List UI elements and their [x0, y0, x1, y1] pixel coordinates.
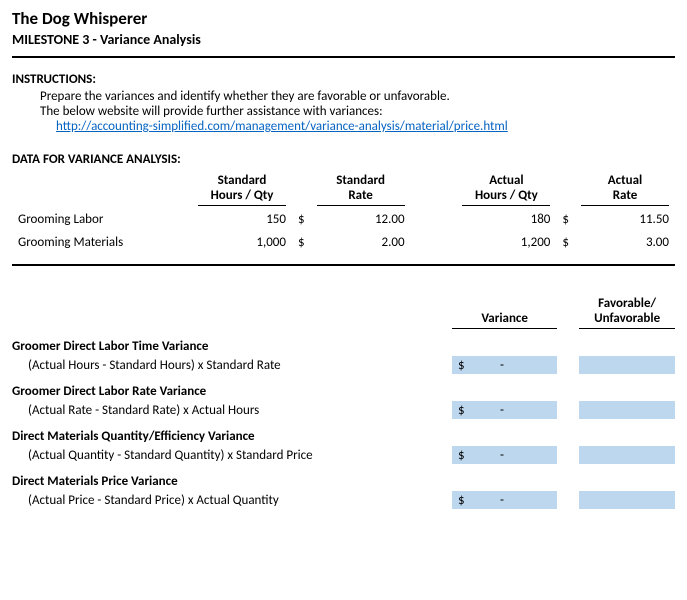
cell-value: 1,000 — [192, 231, 292, 254]
instructions-label: INSTRUCTIONS: — [12, 72, 675, 87]
variance-value-cell: $ - — [452, 401, 557, 419]
row-label: Grooming Materials — [12, 231, 192, 254]
favorable-col-header: Favorable/Unfavorable — [579, 296, 675, 329]
variance-formula: (Actual Rate - Standard Rate) x Actual H… — [12, 403, 452, 418]
variance-item-title: Groomer Direct Labor Time Variance — [12, 339, 675, 354]
currency-symbol: $ — [452, 403, 465, 418]
col-header: Standard — [336, 173, 385, 188]
empty-value: - — [465, 493, 558, 508]
col-header: Hours / Qty — [211, 188, 274, 203]
variance-formula: (Actual Quantity - Standard Quantity) x … — [12, 448, 452, 463]
variance-value-cell: $ - — [452, 491, 557, 509]
variance-formula: (Actual Price - Standard Price) x Actual… — [12, 493, 452, 508]
help-link[interactable]: http://accounting-simplified.com/managem… — [56, 119, 508, 134]
currency-symbol: $ — [556, 208, 575, 231]
col-header: Actual — [608, 173, 642, 188]
favorable-value-cell — [579, 356, 675, 374]
favorable-value-cell — [579, 401, 675, 419]
variance-data-table: StandardHours / Qty StandardRate ActualH… — [12, 171, 675, 254]
col-header: Rate — [348, 188, 373, 203]
company-title: The Dog Whisperer — [12, 8, 675, 29]
data-section-label: DATA FOR VARIANCE ANALYSIS: — [12, 152, 675, 167]
variance-item-title: Direct Materials Quantity/Efficiency Var… — [12, 429, 675, 444]
col-header: Rate — [613, 188, 638, 203]
cell-value: 180 — [456, 208, 556, 231]
divider — [12, 56, 675, 58]
page-subtitle: MILESTONE 3 - Variance Analysis — [12, 31, 675, 48]
variance-value-cell: $ - — [452, 446, 557, 464]
variance-formula: (Actual Hours - Standard Hours) x Standa… — [12, 358, 452, 373]
favorable-value-cell — [579, 446, 675, 464]
col-header: Actual — [489, 173, 523, 188]
table-row: Grooming Materials 1,000 $ 2.00 1,200 $ … — [12, 231, 675, 254]
currency-symbol: $ — [452, 448, 465, 463]
cell-value: 11.50 — [575, 208, 675, 231]
row-label: Grooming Labor — [12, 208, 192, 231]
variance-value-cell: $ - — [452, 356, 557, 374]
col-header: Hours / Qty — [475, 188, 538, 203]
variance-item-title: Direct Materials Price Variance — [12, 474, 675, 489]
currency-symbol: $ — [292, 231, 311, 254]
cell-value: 150 — [192, 208, 292, 231]
cell-value: 3.00 — [575, 231, 675, 254]
instructions-line: The below website will provide further a… — [12, 104, 675, 119]
variance-col-header: Variance — [452, 296, 557, 329]
divider — [12, 264, 675, 266]
empty-value: - — [465, 358, 558, 373]
cell-value: 12.00 — [311, 208, 411, 231]
table-row: Grooming Labor 150 $ 12.00 180 $ 11.50 — [12, 208, 675, 231]
currency-symbol: $ — [452, 493, 465, 508]
variance-item-title: Groomer Direct Labor Rate Variance — [12, 384, 675, 399]
cell-value: 2.00 — [311, 231, 411, 254]
col-header: Standard — [218, 173, 267, 188]
instructions-line: Prepare the variances and identify wheth… — [12, 89, 675, 104]
currency-symbol: $ — [452, 358, 465, 373]
empty-value: - — [465, 403, 558, 418]
empty-value: - — [465, 448, 558, 463]
cell-value: 1,200 — [456, 231, 556, 254]
currency-symbol: $ — [292, 208, 311, 231]
currency-symbol: $ — [556, 231, 575, 254]
favorable-value-cell — [579, 491, 675, 509]
